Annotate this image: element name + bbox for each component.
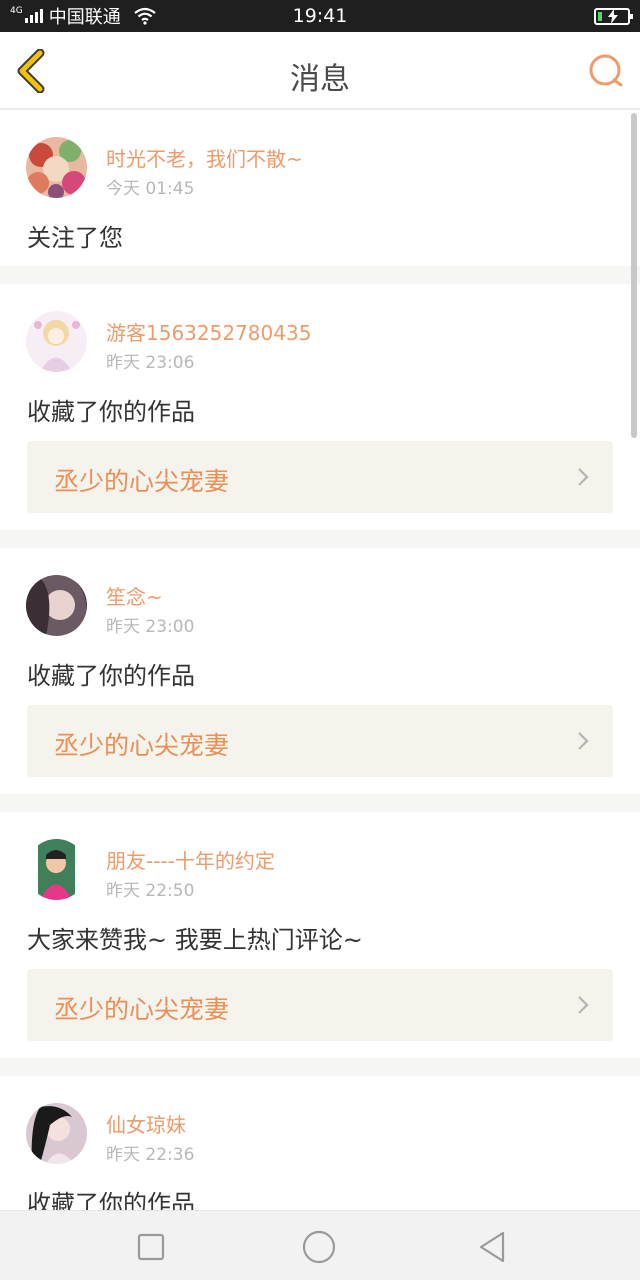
work-title: 丞少的心尖宠妻 bbox=[54, 995, 230, 1024]
battery-icon bbox=[594, 8, 633, 25]
search-icon bbox=[589, 54, 623, 87]
status-bar: 4G 中国联通 19:41 bbox=[0, 0, 640, 32]
message-time: 今天 01:45 bbox=[106, 179, 195, 199]
message-card[interactable]: 时光不老，我们不散~ 今天 01:45 关注了您 bbox=[0, 110, 640, 266]
message-card[interactable]: 笙念~ 昨天 23:00 收藏了你的作品 丞少的心尖宠妻 bbox=[0, 548, 640, 794]
message-text: 收藏了你的作品 bbox=[27, 1190, 195, 1210]
message-text: 关注了您 bbox=[27, 224, 123, 252]
message-list[interactable]: 时光不老，我们不散~ 今天 01:45 关注了您 游客1563252780435… bbox=[0, 110, 640, 1210]
square-icon bbox=[137, 1233, 165, 1261]
username[interactable]: 时光不老，我们不散~ bbox=[106, 143, 303, 172]
message-text: 大家来赞我~ 我要上热门评论~ bbox=[27, 926, 363, 954]
work-title: 丞少的心尖宠妻 bbox=[54, 467, 230, 496]
message-time: 昨天 23:00 bbox=[106, 617, 195, 637]
avatar[interactable] bbox=[26, 311, 87, 372]
home-button[interactable] bbox=[301, 1229, 337, 1265]
avatar[interactable] bbox=[26, 137, 87, 198]
avatar[interactable] bbox=[26, 575, 87, 636]
page-title: 消息 bbox=[290, 62, 350, 97]
message-time: 昨天 22:50 bbox=[106, 881, 195, 901]
avatar[interactable] bbox=[26, 1103, 87, 1164]
message-text: 收藏了你的作品 bbox=[27, 662, 195, 690]
nav-bar: 消息 bbox=[0, 32, 640, 110]
work-link[interactable]: 丞少的心尖宠妻 bbox=[27, 705, 613, 777]
username[interactable]: 朋友----十年的约定 bbox=[106, 845, 275, 874]
work-link[interactable]: 丞少的心尖宠妻 bbox=[27, 969, 613, 1041]
system-nav-bar bbox=[0, 1210, 640, 1280]
recents-button[interactable] bbox=[133, 1229, 169, 1265]
work-link[interactable]: 丞少的心尖宠妻 bbox=[27, 441, 613, 513]
chevron-right-icon bbox=[578, 996, 589, 1014]
circle-icon bbox=[302, 1230, 336, 1264]
message-card[interactable]: 游客1563252780435 昨天 23:06 收藏了你的作品 丞少的心尖宠妻 bbox=[0, 284, 640, 530]
message-time: 昨天 23:06 bbox=[106, 353, 195, 373]
status-time: 19:41 bbox=[292, 5, 348, 27]
search-button[interactable] bbox=[586, 52, 626, 92]
chevron-right-icon bbox=[578, 468, 589, 486]
username[interactable]: 游客1563252780435 bbox=[106, 317, 311, 346]
username[interactable]: 仙女琼妹 bbox=[106, 1109, 186, 1138]
message-text: 收藏了你的作品 bbox=[27, 398, 195, 426]
back-nav-button[interactable] bbox=[473, 1229, 509, 1265]
charging-bolt-icon bbox=[608, 9, 618, 24]
triangle-back-icon bbox=[479, 1231, 505, 1263]
chevron-right-icon bbox=[578, 732, 589, 750]
avatar[interactable] bbox=[26, 839, 87, 900]
work-title: 丞少的心尖宠妻 bbox=[54, 731, 230, 760]
scrollbar[interactable] bbox=[631, 113, 637, 438]
message-card[interactable]: 朋友----十年的约定 昨天 22:50 大家来赞我~ 我要上热门评论~ 丞少的… bbox=[0, 812, 640, 1058]
battery-fill bbox=[598, 12, 602, 21]
message-time: 昨天 22:36 bbox=[106, 1145, 195, 1165]
username[interactable]: 笙念~ bbox=[106, 581, 163, 610]
message-card[interactable]: 仙女琼妹 昨天 22:36 收藏了你的作品 bbox=[0, 1076, 640, 1210]
